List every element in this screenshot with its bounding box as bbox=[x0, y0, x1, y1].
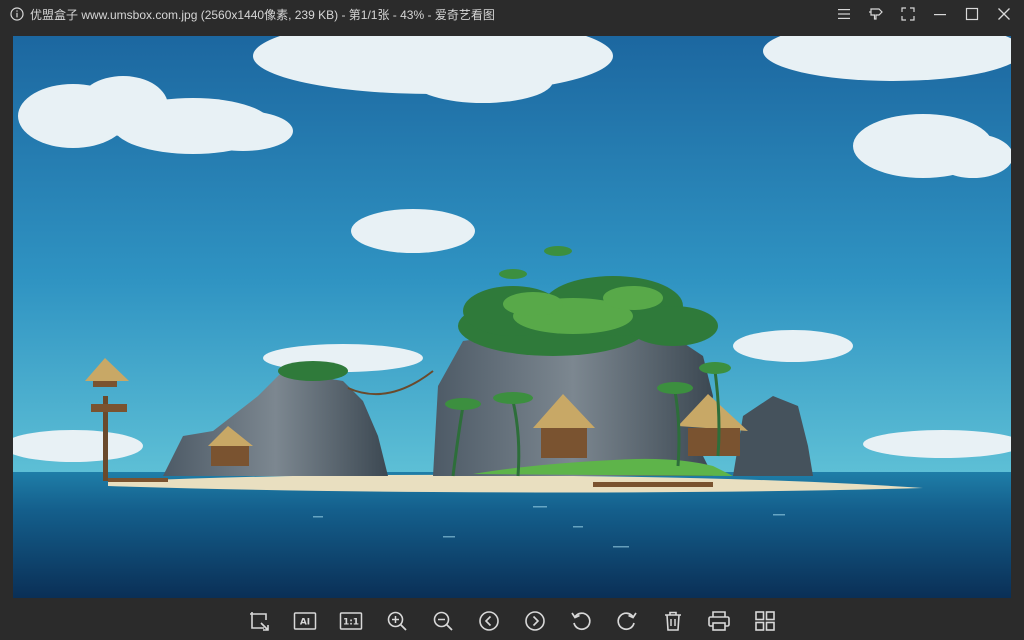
pin-icon bbox=[869, 8, 883, 20]
next-button[interactable] bbox=[512, 603, 558, 639]
fullscreen-icon bbox=[901, 7, 915, 21]
menu-button[interactable] bbox=[828, 0, 860, 28]
minimize-icon bbox=[934, 14, 946, 16]
actual-size-button[interactable]: 1:1 bbox=[328, 603, 374, 639]
actual-size-label: 1:1 bbox=[343, 618, 359, 628]
zoom-out-icon bbox=[433, 611, 453, 631]
zoom-out-button[interactable] bbox=[420, 603, 466, 639]
title-bar: 优盟盒子 www.umsbox.com.jpg (2560x1440像素, 23… bbox=[0, 0, 1024, 28]
island-illustration bbox=[13, 36, 1011, 598]
window-controls bbox=[828, 0, 1020, 28]
rotate-left-icon bbox=[571, 612, 591, 631]
zoom-in-button[interactable] bbox=[374, 603, 420, 639]
rotate-right-button[interactable] bbox=[604, 603, 650, 639]
menu-icon bbox=[838, 9, 850, 19]
print-icon bbox=[708, 611, 730, 631]
crop-icon bbox=[250, 612, 269, 631]
zoom-in-icon bbox=[387, 611, 407, 631]
previous-icon bbox=[479, 611, 499, 631]
delete-icon bbox=[665, 611, 681, 631]
ai-label: AI bbox=[300, 618, 310, 628]
actual-size-icon: 1:1 bbox=[339, 612, 363, 630]
ai-icon: AI bbox=[293, 612, 317, 630]
pin-button[interactable] bbox=[860, 0, 892, 28]
info-icon[interactable] bbox=[10, 7, 24, 21]
maximize-icon bbox=[965, 7, 979, 21]
rotate-right-icon bbox=[617, 612, 637, 631]
close-icon bbox=[998, 8, 1010, 20]
previous-button[interactable] bbox=[466, 603, 512, 639]
rotate-left-button[interactable] bbox=[558, 603, 604, 639]
next-icon bbox=[525, 611, 545, 631]
close-button[interactable] bbox=[988, 0, 1020, 28]
bottom-toolbar: AI 1:1 bbox=[0, 602, 1024, 640]
ai-button[interactable]: AI bbox=[282, 603, 328, 639]
grid-icon bbox=[755, 611, 775, 631]
delete-button[interactable] bbox=[650, 603, 696, 639]
grid-view-button[interactable] bbox=[742, 603, 788, 639]
displayed-image[interactable] bbox=[13, 36, 1011, 598]
maximize-button[interactable] bbox=[956, 0, 988, 28]
image-viewer[interactable] bbox=[0, 28, 1024, 602]
fullscreen-button[interactable] bbox=[892, 0, 924, 28]
print-button[interactable] bbox=[696, 603, 742, 639]
minimize-button[interactable] bbox=[924, 0, 956, 28]
window-title: 优盟盒子 www.umsbox.com.jpg (2560x1440像素, 23… bbox=[30, 7, 495, 22]
crop-button[interactable] bbox=[236, 603, 282, 639]
